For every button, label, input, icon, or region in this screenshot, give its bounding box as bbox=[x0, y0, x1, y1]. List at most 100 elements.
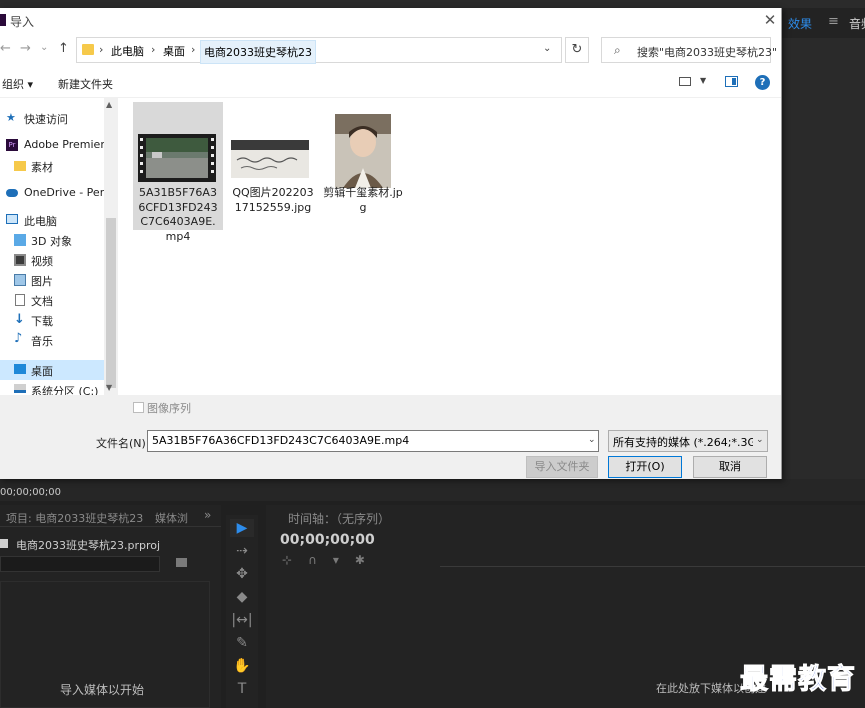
type-tool-icon[interactable]: T bbox=[230, 680, 254, 698]
project-tab[interactable]: 项目: 电商2033班史琴杭23 bbox=[6, 510, 143, 526]
add-marker-icon[interactable]: ▾ bbox=[333, 553, 339, 567]
timeline-title[interactable]: 时间轴：（无序列） bbox=[288, 510, 390, 527]
import-folder-button[interactable]: 导入文件夹 bbox=[526, 456, 598, 478]
star-icon: ★ bbox=[6, 111, 16, 124]
new-folder-button[interactable]: 新建文件夹 bbox=[58, 76, 113, 92]
image-sequence-checkbox[interactable] bbox=[133, 402, 144, 413]
scroll-up-icon[interactable]: ▲ bbox=[106, 100, 112, 109]
snap-icon[interactable]: ⊹ bbox=[282, 553, 292, 567]
ripple-edit-tool-icon[interactable]: ✥ bbox=[230, 565, 254, 583]
search-input[interactable]: ⌕ 搜索"电商2033班史琴杭23" bbox=[601, 37, 777, 63]
panel-menu-icon[interactable]: ≡ bbox=[828, 14, 839, 29]
file-item-video[interactable]: 5A31B5F76A36CFD13FD243C7C6403A9E.mp4 bbox=[133, 102, 223, 243]
close-icon[interactable]: ✕ bbox=[760, 10, 780, 30]
sidebar-item-adobe-premiere[interactable]: Pr Adobe Premiere bbox=[0, 135, 104, 155]
effects-tab[interactable]: 效果 bbox=[788, 15, 812, 32]
selection-tool-icon[interactable]: ▶ bbox=[230, 519, 254, 537]
download-icon: ↓ bbox=[14, 312, 25, 327]
project-search-input[interactable] bbox=[0, 556, 160, 572]
cloud-icon bbox=[6, 189, 18, 197]
sidebar-item-label: 音乐 bbox=[31, 335, 53, 348]
slip-tool-icon[interactable]: |↔| bbox=[230, 611, 254, 629]
dialog-footer: 图像序列 文件名(N): 5A31B5F76A36CFD13FD243C7C64… bbox=[0, 395, 781, 479]
sidebar-item-label: 下载 bbox=[31, 315, 53, 328]
picture-icon bbox=[14, 274, 26, 286]
sidebar-item-pictures[interactable]: 图片 bbox=[0, 270, 104, 290]
sidebar-item-onedrive[interactable]: OneDrive - Perso bbox=[0, 183, 104, 203]
linked-selection-icon[interactable]: ∩ bbox=[308, 553, 317, 567]
project-file-icon bbox=[0, 539, 8, 548]
bin-icon[interactable] bbox=[176, 558, 187, 567]
search-placeholder: 搜索"电商2033班史琴杭23" bbox=[637, 46, 778, 59]
scroll-down-icon[interactable]: ▼ bbox=[106, 383, 112, 392]
forward-arrow-icon[interactable]: → bbox=[20, 41, 31, 56]
chevron-down-icon[interactable]: ⌄ bbox=[543, 43, 551, 54]
timeline-timecode[interactable]: 00;00;00;00 bbox=[280, 532, 375, 548]
chevron-down-icon[interactable]: ⌄ bbox=[756, 435, 764, 445]
open-button[interactable]: 打开(O) bbox=[608, 456, 682, 478]
sidebar-item-3d-objects[interactable]: 3D 对象 bbox=[0, 230, 104, 250]
sidebar-item-videos[interactable]: 视频 bbox=[0, 250, 104, 270]
file-list: 5A31B5F76A36CFD13FD243C7C6403A9E.mp4 QQ图… bbox=[118, 98, 781, 395]
file-name: QQ图片20220317152559.jpg bbox=[232, 186, 314, 214]
help-icon[interactable]: ? bbox=[755, 75, 770, 90]
timeline-ruler[interactable] bbox=[440, 543, 865, 567]
import-dialog: 导入 ✕ ← → ⌄ ↑ › 此电脑 › 桌面 › 电商2033班史琴杭23 ⌄… bbox=[0, 8, 782, 479]
sidebar-item-desktop[interactable]: 桌面 bbox=[0, 360, 104, 380]
recent-locations-icon[interactable]: ⌄ bbox=[40, 42, 48, 53]
media-browser-tab[interactable]: 媒体浏 bbox=[155, 510, 188, 526]
settings-wrench-icon[interactable]: ✱ bbox=[355, 553, 365, 567]
up-arrow-icon[interactable]: ↑ bbox=[58, 41, 69, 56]
project-file-name: 电商2033班史琴杭23.prproj bbox=[16, 539, 161, 552]
view-options-chevron-icon[interactable]: ▼ bbox=[700, 76, 706, 85]
sidebar-item-label: 图片 bbox=[31, 275, 53, 288]
breadcrumb-desktop[interactable]: 桌面 bbox=[163, 43, 185, 59]
file-item-qq-image[interactable]: QQ图片20220317152559.jpg bbox=[228, 102, 318, 230]
pen-tool-icon[interactable]: ✎ bbox=[230, 634, 254, 652]
file-item-portrait-image[interactable]: 剪辑千玺素材.jpg bbox=[318, 102, 408, 230]
chevron-right-icon[interactable]: › bbox=[99, 43, 103, 56]
preview-pane-icon[interactable] bbox=[725, 76, 738, 87]
address-bar[interactable]: › 此电脑 › 桌面 › 电商2033班史琴杭23 ⌄ bbox=[76, 37, 562, 64]
sidebar-item-label: OneDrive - Perso bbox=[24, 186, 104, 199]
cancel-button[interactable]: 取消 bbox=[693, 456, 767, 478]
refresh-icon[interactable]: ↻ bbox=[565, 37, 589, 63]
sidebar-item-documents[interactable]: 文档 bbox=[0, 290, 104, 310]
organize-menu[interactable]: 组织 ▾ bbox=[2, 76, 33, 92]
sidebar-item-system-drive[interactable]: 系统分区 (C:) bbox=[0, 380, 104, 395]
scrollbar-thumb[interactable] bbox=[106, 218, 116, 388]
search-icon: ⌕ bbox=[614, 43, 621, 57]
monitor-controls-strip bbox=[0, 479, 865, 501]
sidebar-scrollbar[interactable]: ▲ ▼ bbox=[104, 98, 118, 395]
dialog-titlebar[interactable]: 导入 ✕ bbox=[0, 8, 781, 32]
premiere-icon: Pr bbox=[6, 139, 18, 151]
navigation-pane: ★ 快速访问 Pr Adobe Premiere 素材 OneDrive - P… bbox=[0, 98, 118, 395]
breadcrumb-this-pc[interactable]: 此电脑 bbox=[111, 43, 144, 59]
view-mode-icon[interactable] bbox=[679, 77, 691, 86]
project-file-row[interactable]: 电商2033班史琴杭23.prproj bbox=[0, 535, 221, 553]
back-arrow-icon[interactable]: ← bbox=[0, 41, 11, 56]
chevron-right-icon[interactable]: › bbox=[191, 43, 195, 56]
track-select-tool-icon[interactable]: ⇢ bbox=[230, 542, 254, 560]
sidebar-item-label: 系统分区 (C:) bbox=[31, 385, 99, 395]
file-name: 5A31B5F76A36CFD13FD243C7C6403A9E.mp4 bbox=[138, 186, 218, 243]
sidebar-item-downloads[interactable]: ↓ 下载 bbox=[0, 310, 104, 330]
filename-input[interactable]: 5A31B5F76A36CFD13FD243C7C6403A9E.mp4 ⌄ bbox=[147, 430, 599, 452]
razor-tool-icon[interactable]: ◆ bbox=[230, 588, 254, 606]
effects-panel bbox=[782, 38, 865, 500]
hand-tool-icon[interactable]: ✋ bbox=[230, 657, 254, 675]
sidebar-item-label: 此电脑 bbox=[24, 215, 57, 228]
sidebar-item-label: 文档 bbox=[31, 295, 53, 308]
more-tabs-icon[interactable]: » bbox=[204, 508, 211, 522]
chevron-right-icon[interactable]: › bbox=[151, 43, 155, 56]
filename-label: 文件名(N): bbox=[96, 437, 150, 450]
file-type-select[interactable]: 所有支持的媒体 (*.264;*.3G2;* ⌄ bbox=[608, 430, 768, 452]
sidebar-item-materials[interactable]: 素材 bbox=[0, 156, 104, 176]
breadcrumb-current-folder[interactable]: 电商2033班史琴杭23 bbox=[200, 40, 316, 64]
sidebar-item-music[interactable]: ♪ 音乐 bbox=[0, 330, 104, 350]
audio-tab[interactable]: 音频 bbox=[849, 15, 865, 32]
sidebar-item-this-pc[interactable]: 此电脑 bbox=[0, 210, 104, 230]
image-thumbnail bbox=[231, 140, 309, 178]
sidebar-item-quick-access[interactable]: ★ 快速访问 bbox=[0, 108, 104, 128]
chevron-down-icon[interactable]: ⌄ bbox=[588, 435, 596, 445]
